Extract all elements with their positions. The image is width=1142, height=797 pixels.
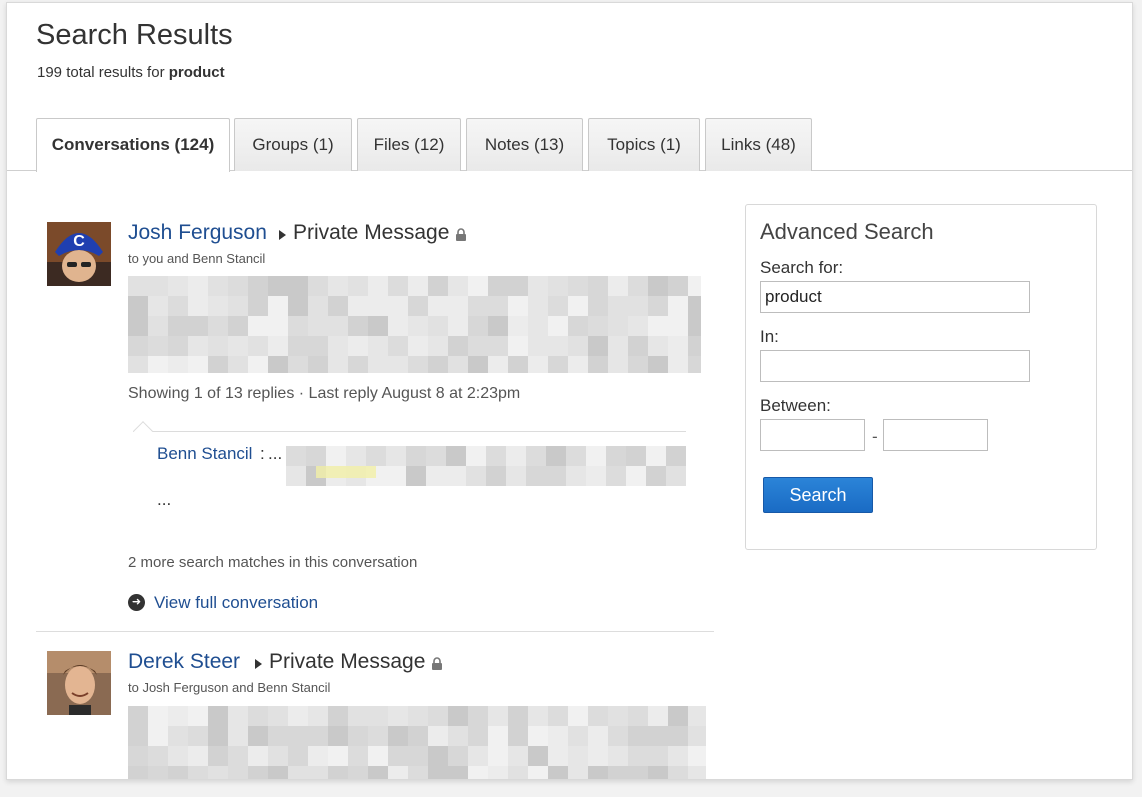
reply-ellipsis-end: ... [157, 490, 172, 509]
sender-name[interactable]: Derek Steer [128, 650, 240, 674]
result-type-tabs: Conversations (124) Groups (1) Files (12… [7, 118, 1132, 172]
lock-icon [432, 657, 442, 670]
divider [36, 631, 714, 632]
svg-text:C: C [73, 233, 85, 250]
date-from-input[interactable] [760, 419, 865, 451]
advanced-search-panel: Advanced Search Search for: In: Between:… [745, 204, 1097, 550]
search-for-label: Search for: [760, 258, 844, 277]
tab-topics[interactable]: Topics (1) [588, 118, 700, 171]
recipients: to Josh Ferguson and Benn Stancil [128, 680, 331, 695]
reply-author[interactable]: Benn Stancil [157, 444, 252, 464]
reply-ellipsis: ... [268, 444, 283, 463]
advanced-search-title: Advanced Search [760, 219, 934, 244]
tab-links[interactable]: Links (48) [705, 118, 812, 171]
message-preview-blurred [128, 276, 701, 373]
in-label: In: [760, 327, 779, 346]
page-title: Search Results [36, 19, 233, 51]
message-type: Private Message [293, 221, 450, 244]
arrow-circle-right-icon: ➜ [128, 594, 145, 611]
tab-notes[interactable]: Notes (13) [466, 118, 583, 171]
reply-excerpt: Benn Stancil : ... ... [133, 421, 686, 521]
search-for-input[interactable] [760, 281, 1030, 313]
arrow-right-icon [255, 659, 262, 669]
lock-icon [456, 228, 466, 241]
avatar[interactable] [47, 651, 111, 715]
reply-notch [133, 421, 153, 441]
in-input[interactable] [760, 350, 1030, 382]
message-preview-blurred [128, 706, 706, 779]
tab-files[interactable]: Files (12) [357, 118, 461, 171]
more-matches: 2 more search matches in this conversati… [128, 554, 418, 571]
tab-groups[interactable]: Groups (1) [234, 118, 352, 171]
date-range-dash: - [872, 427, 878, 446]
sender-name[interactable]: Josh Ferguson [128, 221, 267, 245]
view-full-conversation-label: View full conversation [154, 593, 319, 612]
between-label: Between: [760, 396, 831, 415]
arrow-right-icon [279, 230, 286, 240]
search-query: product [168, 64, 225, 81]
search-results-page: Search Results 199 total results for pro… [6, 2, 1133, 780]
results-summary: 199 total results for product [37, 64, 225, 81]
results-count-text: 199 total results for [37, 64, 165, 81]
avatar[interactable]: C [47, 222, 111, 286]
message-type: Private Message [269, 650, 426, 673]
reply-meta: Showing 1 of 13 replies · Last reply Aug… [128, 385, 521, 402]
reply-colon: : [260, 444, 265, 463]
tab-conversations[interactable]: Conversations (124) [36, 118, 230, 172]
date-to-input[interactable] [883, 419, 988, 451]
search-button[interactable]: Search [763, 477, 873, 513]
recipients: to you and Benn Stancil [128, 251, 266, 266]
reply-text-blurred [286, 446, 686, 486]
